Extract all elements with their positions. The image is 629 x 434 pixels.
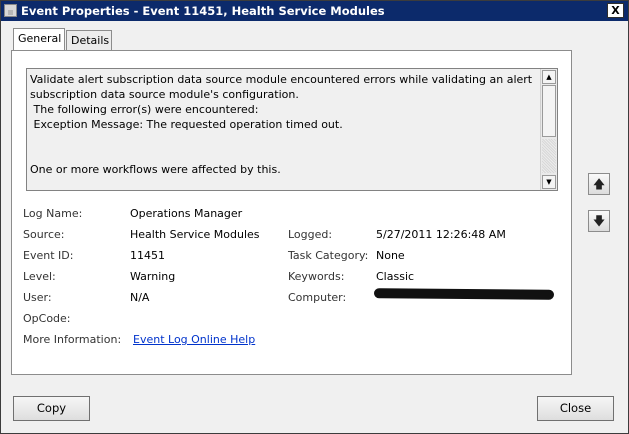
task-category-label: Task Category: (288, 249, 369, 262)
user-value: N/A (130, 291, 150, 304)
window-app-icon (4, 4, 17, 17)
source-label: Source: (23, 228, 65, 241)
logged-label: Logged: (288, 228, 333, 241)
previous-event-button[interactable]: 🡅 (588, 173, 610, 195)
opcode-label: OpCode: (23, 312, 71, 325)
logged-value: 5/27/2011 12:26:48 AM (376, 228, 506, 241)
log-name-label: Log Name: (23, 207, 83, 220)
close-button[interactable]: Close (537, 396, 614, 421)
scroll-thumb[interactable] (542, 85, 556, 137)
down-arrow-icon: 🡇 (592, 214, 606, 228)
task-category-value: None (376, 249, 405, 262)
tab-details[interactable]: Details (66, 30, 112, 50)
event-description-box[interactable]: Validate alert subscription data source … (26, 68, 558, 191)
keywords-label: Keywords: (288, 270, 345, 283)
user-label: User: (23, 291, 52, 304)
event-id-label: Event ID: (23, 249, 74, 262)
source-value: Health Service Modules (130, 228, 260, 241)
tab-general[interactable]: General (13, 28, 65, 50)
scroll-up-icon[interactable]: ▲ (542, 70, 556, 84)
up-arrow-icon: 🡅 (592, 177, 606, 191)
more-information-label: More Information: (23, 333, 122, 346)
window-title: Event Properties - Event 11451, Health S… (21, 4, 385, 18)
description-scrollbar[interactable]: ▲ ▼ (540, 69, 557, 190)
copy-button[interactable]: Copy (13, 396, 90, 421)
log-name-value: Operations Manager (130, 207, 243, 220)
keywords-value: Classic (376, 270, 415, 283)
event-description-text: Validate alert subscription data source … (30, 73, 533, 176)
window-close-button[interactable]: X (607, 3, 624, 18)
event-properties-window: Event Properties - Event 11451, Health S… (0, 0, 629, 434)
computer-value-redacted (373, 288, 555, 300)
level-label: Level: (23, 270, 56, 283)
computer-label: Computer: (288, 291, 347, 304)
event-log-online-help-link[interactable]: Event Log Online Help (133, 333, 255, 346)
level-value: Warning (130, 270, 176, 283)
scroll-down-icon[interactable]: ▼ (542, 175, 556, 189)
event-id-value: 11451 (130, 249, 165, 262)
scroll-track[interactable] (542, 139, 556, 173)
title-bar[interactable]: Event Properties - Event 11451, Health S… (1, 1, 628, 21)
general-tab-panel: Validate alert subscription data source … (11, 50, 572, 375)
next-event-button[interactable]: 🡇 (588, 210, 610, 232)
